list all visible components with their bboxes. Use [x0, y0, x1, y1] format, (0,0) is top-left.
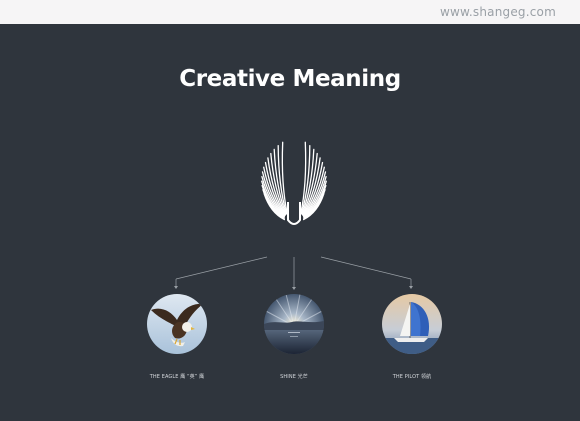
connector-center-arrow [292, 287, 296, 290]
eagle-photo-icon [147, 294, 207, 354]
pilot-image [382, 294, 442, 354]
shine-caption: SHINE 光芒 [280, 374, 308, 380]
eagle-image [147, 294, 207, 354]
pilot-caption: THE PILOT 领航 [392, 374, 432, 380]
sunburst-photo-icon [264, 294, 324, 354]
connector-lines [174, 256, 413, 290]
shine-image [264, 294, 324, 354]
connector-left-arrow [174, 286, 178, 289]
eagle-caption: THE EAGLE 鹰 “英” 鹰 [149, 374, 205, 380]
connector-right [320, 256, 412, 280]
connector-left [175, 256, 268, 280]
sailboat-photo-icon [382, 294, 442, 354]
connector-right-arrow [409, 286, 413, 289]
